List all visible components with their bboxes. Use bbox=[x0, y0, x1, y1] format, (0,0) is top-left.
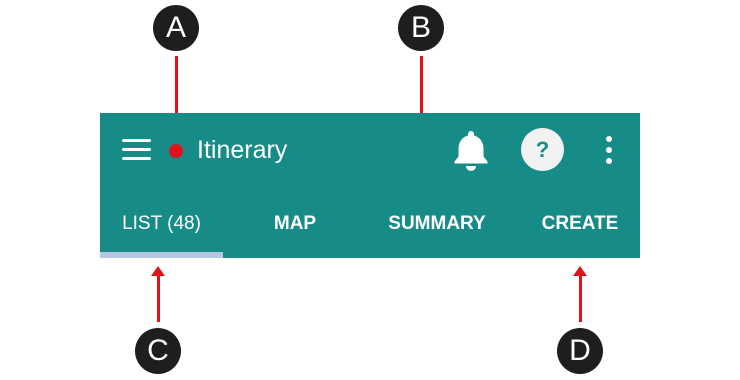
callout-c-leader-line bbox=[157, 274, 160, 322]
active-tab-indicator bbox=[100, 252, 223, 258]
tab-list[interactable]: LIST (48) bbox=[100, 209, 223, 239]
callout-badge-b: B bbox=[398, 5, 444, 51]
tab-create[interactable]: CREATE bbox=[530, 209, 630, 239]
callout-d-leader-line bbox=[579, 274, 582, 322]
hamburger-menu-icon[interactable] bbox=[122, 137, 152, 163]
callout-a-marker-dot bbox=[169, 144, 183, 158]
callout-badge-a: A bbox=[153, 5, 199, 51]
callout-badge-c: C bbox=[135, 328, 181, 374]
annotated-screenshot: A B Itinerary ? LIST (48) MAP SUMMARY CR… bbox=[0, 0, 740, 380]
tab-summary[interactable]: SUMMARY bbox=[378, 209, 496, 239]
callout-badge-d: D bbox=[557, 328, 603, 374]
help-button[interactable]: ? bbox=[521, 128, 564, 171]
tab-map[interactable]: MAP bbox=[245, 209, 345, 239]
app-bar: Itinerary ? LIST (48) MAP SUMMARY CREATE bbox=[100, 113, 640, 258]
vertical-ellipsis-icon[interactable] bbox=[601, 135, 617, 165]
page-title: Itinerary bbox=[197, 136, 288, 164]
bell-icon[interactable] bbox=[448, 127, 494, 173]
